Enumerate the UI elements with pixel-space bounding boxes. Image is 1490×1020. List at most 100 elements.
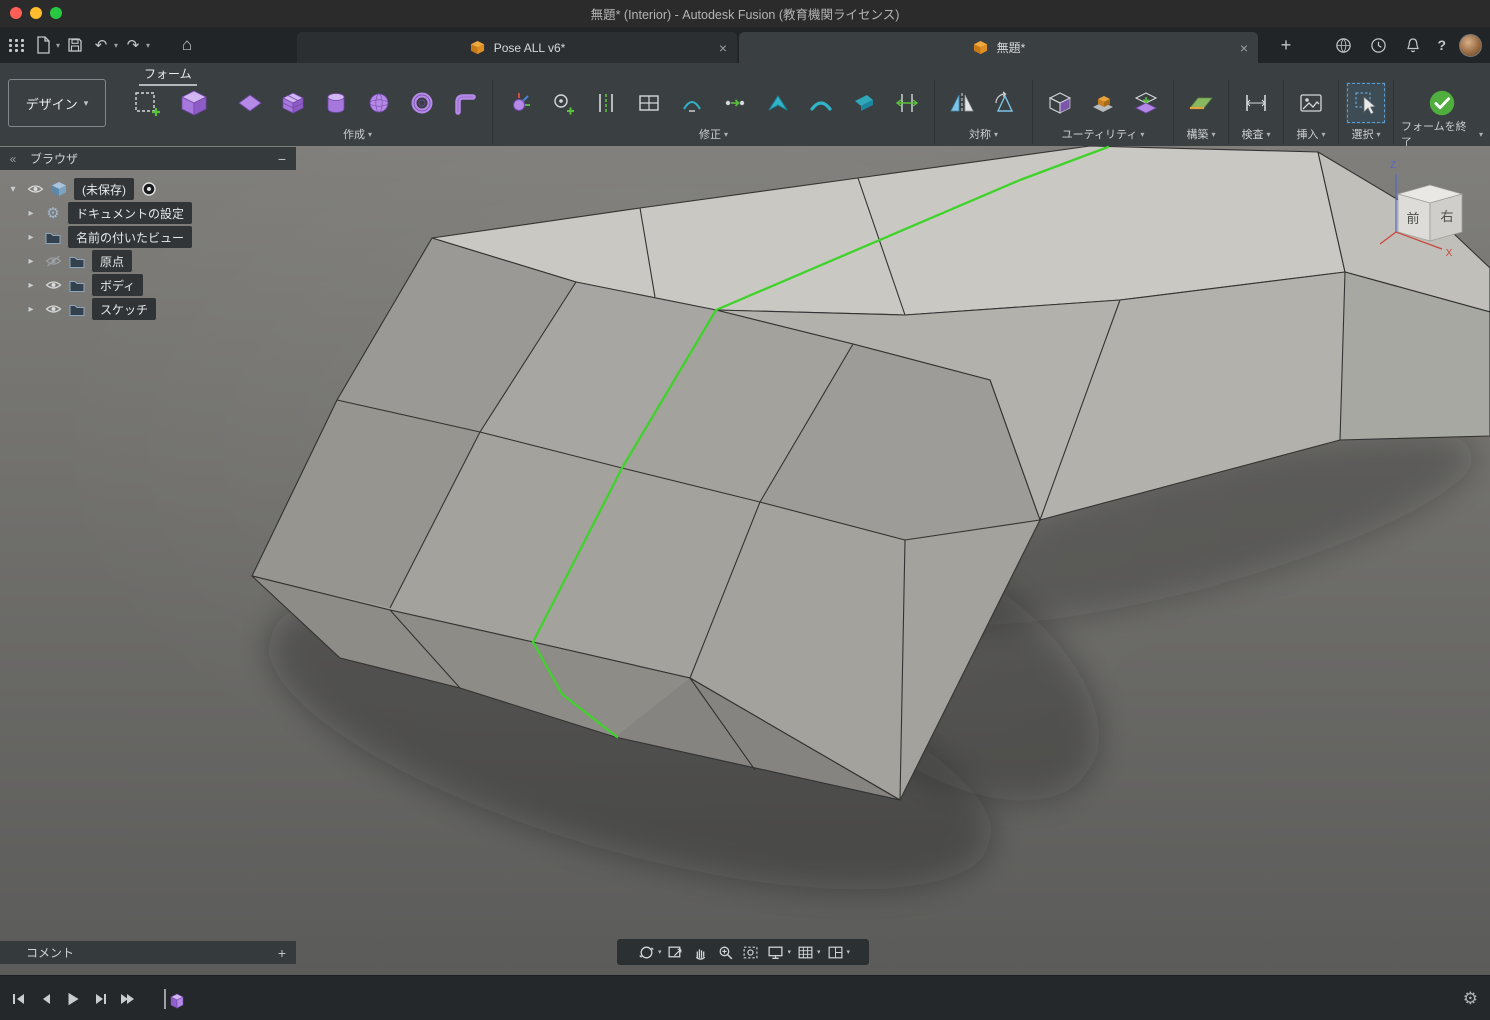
convert-tool[interactable]: [1126, 82, 1166, 124]
timeline-step-back-button[interactable]: [37, 990, 55, 1008]
caret-right-icon[interactable]: ▸: [24, 232, 38, 243]
caret-down-icon[interactable]: ▾: [146, 41, 150, 50]
browser-item-named-views[interactable]: ▸ 名前の付いたビュー: [24, 225, 192, 249]
torus-tool[interactable]: [402, 82, 442, 124]
select-tool[interactable]: [1346, 82, 1386, 124]
browser-item-sketches[interactable]: ▸ スケッチ: [24, 297, 156, 321]
subdivide-tool[interactable]: [629, 82, 669, 124]
canvas-tool[interactable]: [1291, 82, 1331, 124]
zoom-icon[interactable]: [714, 941, 737, 963]
slide-edge-tool[interactable]: [887, 82, 927, 124]
orbit-icon[interactable]: [635, 941, 658, 963]
browser-item-document-settings[interactable]: ▸ ⚙ ドキュメントの設定: [24, 201, 192, 225]
panel-collapse-icon[interactable]: «: [0, 152, 26, 166]
caret-down-icon[interactable]: ▾: [56, 41, 60, 50]
sphere-tool[interactable]: [359, 82, 399, 124]
insert-edge-tool[interactable]: [586, 82, 626, 124]
browser-item-origin[interactable]: ▸ 原点: [24, 249, 132, 273]
group-label-insert[interactable]: 挿入▾: [1296, 126, 1325, 142]
browser-item-bodies[interactable]: ▸ ボディ: [24, 273, 143, 297]
browser-item-label[interactable]: ボディ: [92, 274, 143, 296]
timeline-play-button[interactable]: [64, 990, 82, 1008]
notification-bell-icon[interactable]: [1402, 32, 1424, 58]
insert-point-tool[interactable]: [543, 82, 583, 124]
group-label-create[interactable]: 作成▾: [343, 126, 372, 142]
active-component-target-icon[interactable]: [140, 181, 158, 197]
visibility-eye-off-icon[interactable]: [44, 255, 62, 267]
panel-minimize-icon[interactable]: −: [268, 151, 296, 167]
fill-hole-tool[interactable]: [672, 82, 712, 124]
caret-down-icon[interactable]: ▾: [114, 41, 118, 50]
caret-down-icon[interactable]: ▾: [847, 948, 851, 956]
uncrease-tool[interactable]: [801, 82, 841, 124]
browser-item-label[interactable]: ドキュメントの設定: [68, 202, 192, 224]
undo-button[interactable]: ↶: [90, 32, 112, 58]
visibility-eye-icon[interactable]: [26, 183, 44, 195]
caret-right-icon[interactable]: ▸: [24, 280, 38, 291]
edit-form-tool[interactable]: [500, 82, 540, 124]
visibility-eye-icon[interactable]: [44, 279, 62, 291]
save-button[interactable]: [64, 32, 86, 58]
box-tool[interactable]: [273, 82, 313, 124]
group-label-modify[interactable]: 修正▾: [699, 126, 728, 142]
timeline-form-feature-icon[interactable]: [161, 987, 185, 1011]
tab-close-icon[interactable]: ×: [1240, 40, 1248, 56]
mirror-symmetry-tool[interactable]: [942, 82, 982, 124]
comments-panel-header[interactable]: コメント +: [0, 941, 296, 964]
box-form-tool[interactable]: [125, 82, 169, 124]
browser-item-label[interactable]: 原点: [92, 250, 132, 272]
group-label-finish[interactable]: フォームを終了▾: [1401, 126, 1483, 142]
plane-tool[interactable]: [230, 82, 270, 124]
timeline-skip-start-button[interactable]: [10, 990, 28, 1008]
cylinder-tool[interactable]: [316, 82, 356, 124]
pan-hand-icon[interactable]: [689, 941, 712, 963]
grid-settings-icon[interactable]: [794, 941, 817, 963]
group-label-utilities[interactable]: ユーティリティ▾: [1062, 126, 1145, 142]
display-settings-icon[interactable]: [764, 941, 787, 963]
window-close-button[interactable]: [10, 7, 22, 19]
app-grid-icon[interactable]: [6, 32, 28, 58]
timeline-skip-end-button[interactable]: [118, 990, 136, 1008]
group-label-inspect[interactable]: 検査▾: [1241, 126, 1270, 142]
caret-right-icon[interactable]: ▸: [24, 208, 38, 219]
timeline-step-forward-button[interactable]: [91, 990, 109, 1008]
measure-tool[interactable]: [1236, 82, 1276, 124]
workspace-selector[interactable]: デザイン ▾: [8, 79, 106, 127]
group-label-construct[interactable]: 構築▾: [1186, 126, 1215, 142]
home-icon[interactable]: ⌂: [176, 32, 198, 58]
fit-view-icon[interactable]: [739, 941, 762, 963]
redo-button[interactable]: ↷: [122, 32, 144, 58]
file-menu-icon[interactable]: [32, 32, 54, 58]
bevel-edge-tool[interactable]: [844, 82, 884, 124]
pipe-tool[interactable]: [445, 82, 485, 124]
browser-item-label[interactable]: 名前の付いたビュー: [68, 226, 192, 248]
caret-right-icon[interactable]: ▸: [24, 256, 38, 267]
user-avatar[interactable]: [1459, 34, 1482, 57]
extensions-icon[interactable]: [1332, 32, 1354, 58]
caret-right-icon[interactable]: ▸: [24, 304, 38, 315]
caret-down-icon[interactable]: ▾: [787, 948, 791, 956]
new-tab-button[interactable]: +: [1272, 31, 1300, 59]
weld-vertices-tool[interactable]: [715, 82, 755, 124]
add-comment-icon[interactable]: +: [268, 945, 296, 961]
browser-panel-header[interactable]: « ブラウザ −: [0, 147, 296, 170]
job-status-icon[interactable]: [1367, 32, 1389, 58]
display-mode-tool[interactable]: [1040, 82, 1080, 124]
construct-plane-tool[interactable]: [1181, 82, 1221, 124]
tab-close-icon[interactable]: ×: [719, 40, 727, 56]
caret-down-icon[interactable]: ▾: [817, 948, 821, 956]
circular-symmetry-tool[interactable]: [985, 82, 1025, 124]
document-tab-untitled[interactable]: 無題* ×: [739, 32, 1258, 63]
browser-root-label[interactable]: (未保存): [74, 178, 134, 200]
caret-down-icon[interactable]: ▾: [658, 948, 662, 956]
browser-item-label[interactable]: スケッチ: [92, 298, 156, 320]
timeline-settings-gear-icon[interactable]: ⚙: [1463, 976, 1478, 1020]
primitive-cube-tool[interactable]: [172, 82, 216, 124]
visibility-eye-icon[interactable]: [44, 303, 62, 315]
viewports-icon[interactable]: [824, 941, 847, 963]
browser-root-row[interactable]: ▾ (未保存): [6, 177, 158, 201]
viewport-canvas[interactable]: 前 右 Z X: [0, 146, 1490, 975]
window-zoom-button[interactable]: [50, 7, 62, 19]
group-label-symmetry[interactable]: 対称▾: [969, 126, 998, 142]
group-label-select[interactable]: 選択▾: [1351, 126, 1380, 142]
